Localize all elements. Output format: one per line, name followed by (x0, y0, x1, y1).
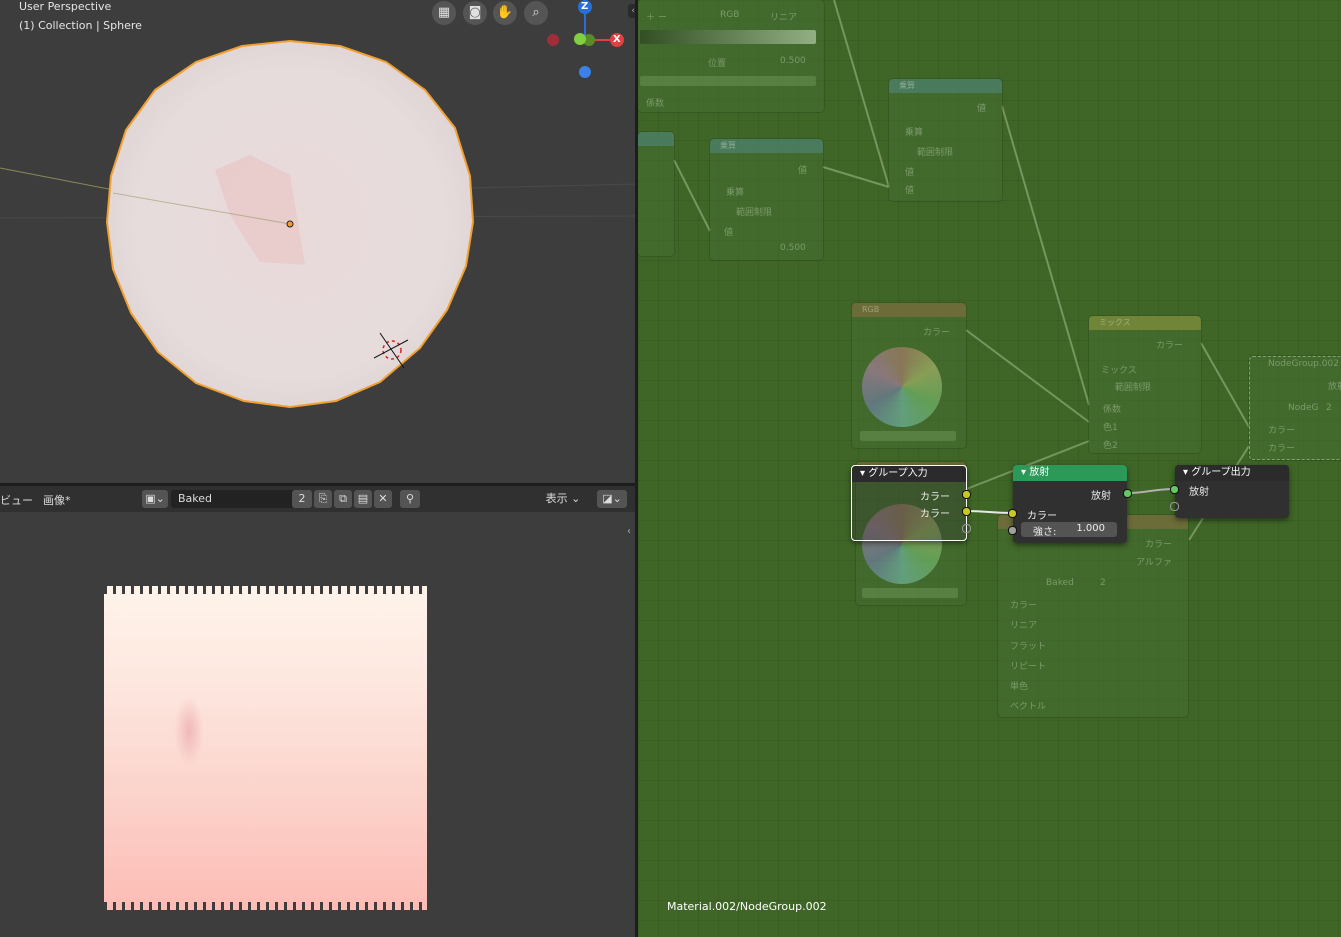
emission-color-socket[interactable] (1008, 509, 1017, 518)
3d-viewport[interactable]: Z X User Perspective (1) Collection | Sp… (0, 0, 635, 483)
pin-icon[interactable]: ⚲ (400, 490, 420, 508)
gizmo-neg-x (547, 34, 559, 46)
image-canvas[interactable]: ‹ (0, 512, 635, 937)
image-menu[interactable]: 画像* (43, 492, 71, 508)
group-input-out2-label: カラー (920, 509, 950, 520)
new-image-icon[interactable]: ⧉ (334, 490, 352, 508)
image-users-count[interactable]: 2 (292, 490, 312, 508)
display-menu-label: 表示 (545, 492, 568, 505)
gizmo-neg-z (579, 66, 591, 78)
emission-strength-field[interactable]: 強さ: 1.000 (1021, 522, 1117, 538)
baked-image-preview (104, 586, 427, 910)
group-input-empty-socket[interactable] (962, 524, 971, 533)
gizmo-x-label: X (613, 34, 621, 45)
group-input-out1-label: カラー (920, 492, 950, 503)
emission-strength-value: 1.000 (1076, 523, 1105, 534)
node-tree-breadcrumb: Material.002/NodeGroup.002 (667, 900, 827, 913)
gizmo-z-label: Z (581, 1, 589, 12)
group-output-node[interactable]: ▾ グループ出力 放射 (1170, 465, 1289, 518)
group-output-input-label: 放射 (1189, 487, 1209, 498)
unlink-image-icon[interactable]: ✕ (374, 490, 392, 508)
group-input-socket-1[interactable] (962, 490, 971, 499)
sidebar-toggle-icon[interactable]: ‹› (628, 4, 635, 18)
view-mode-label: User Perspective (19, 0, 112, 13)
emission-color-label: カラー (1027, 511, 1057, 522)
group-input-socket-2[interactable] (962, 507, 971, 516)
emission-strength-socket[interactable] (1008, 526, 1017, 535)
node-editor[interactable]: ＋ ー RGB リニア 位置 0.500 係数 乗算 値 乗算 範囲制限 値 0… (638, 0, 1341, 937)
gizmo-y-axis (574, 33, 586, 45)
open-image-icon[interactable]: ▤ (354, 490, 372, 508)
group-input-title: グループ入力 (868, 468, 928, 479)
display-channels-icon[interactable]: ◪⌄ (597, 490, 627, 508)
display-menu[interactable]: 表示 ⌄ (540, 490, 586, 508)
zoom-icon[interactable]: ⌕ (524, 1, 548, 25)
collection-label: (1) Collection | Sphere (19, 19, 142, 32)
emission-node[interactable]: ▾ 放射 放射 カラー 強さ: 1.000 (1008, 465, 1132, 543)
grid-view-icon[interactable]: ▦ (432, 1, 456, 25)
emission-strength-label: 強さ: (1033, 527, 1057, 538)
image-editor-header: ビュー 画像* ▣⌄ Baked 2 ⎘ ⧉ ▤ ✕ ⚲ 表示 ⌄ ◪⌄ (0, 486, 635, 512)
view-menu[interactable]: ビュー (0, 492, 33, 508)
image-name-field[interactable]: Baked (171, 490, 296, 508)
emission-output-socket[interactable] (1123, 489, 1132, 498)
group-input-node[interactable]: ▾ グループ入力 カラー カラー (851, 465, 971, 541)
sidebar-expand-icon[interactable]: ‹ (627, 526, 635, 540)
camera-icon[interactable]: ◙ (463, 1, 487, 25)
image-browse-icon[interactable]: ▣⌄ (142, 490, 168, 508)
group-output-empty-socket[interactable] (1170, 502, 1179, 511)
emission-output-label: 放射 (1091, 491, 1111, 502)
hand-icon[interactable]: ✋ (493, 1, 517, 25)
viewport-scene (0, 0, 635, 409)
group-output-socket[interactable] (1170, 485, 1179, 494)
object-origin (286, 220, 294, 228)
emission-title: 放射 (1029, 467, 1050, 478)
fake-user-icon[interactable]: ⎘ (314, 490, 332, 508)
group-output-title: グループ出力 (1191, 467, 1251, 478)
